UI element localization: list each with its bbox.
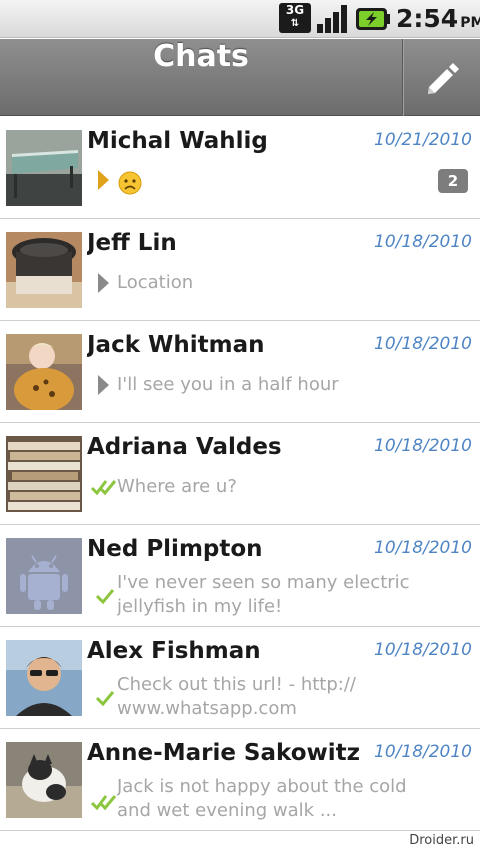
outgoing-arrow-icon: [98, 170, 109, 190]
avatar: [6, 742, 82, 818]
data-arrows-icon: ⇅: [290, 18, 300, 29]
pencil-icon: [428, 63, 459, 94]
incoming-arrow-icon: [98, 273, 109, 293]
clock-ampm: PM: [460, 15, 480, 31]
last-message: Jack is not happy about the cold and wet…: [117, 776, 407, 821]
chat-row[interactable]: Ned Plimpton 10/18/2010 I've never seen …: [0, 525, 480, 627]
signal-strength-icon: [317, 5, 347, 33]
title-bar: Chats: [0, 39, 480, 116]
contact-name: Alex Fishman: [87, 638, 261, 664]
chat-date: 10/18/2010: [374, 640, 472, 660]
last-message: I've never seen so many electric jellyfi…: [117, 572, 410, 617]
network-label: 3G: [285, 3, 305, 17]
avatar: [6, 640, 82, 716]
check-icon: [96, 691, 114, 707]
contact-name: Jeff Lin: [87, 230, 177, 256]
chat-date: 10/18/2010: [374, 334, 472, 354]
double-check-icon: [91, 795, 117, 811]
watermark: Droider.ru: [409, 833, 474, 848]
avatar: [6, 538, 82, 614]
clock-time: 2:54: [396, 4, 459, 33]
sad-face-icon: [118, 171, 142, 195]
avatar: [6, 334, 82, 410]
compose-button[interactable]: [402, 39, 480, 116]
chat-date: 10/18/2010: [374, 538, 472, 558]
chat-date: 10/18/2010: [374, 232, 472, 252]
avatar: [6, 130, 82, 206]
last-message: Where are u?: [117, 476, 237, 497]
incoming-arrow-icon: [98, 375, 109, 395]
network-3g-icon: 3G ⇅: [279, 3, 311, 33]
double-check-icon: [91, 480, 117, 496]
avatar: [6, 436, 82, 512]
chat-row[interactable]: Alex Fishman 10/18/2010 Check out this u…: [0, 627, 480, 729]
chat-row[interactable]: Anne-Marie Sakowitz 10/18/2010 Jack is n…: [0, 729, 480, 831]
chat-list: Michal Wahlig 10/21/2010 2 Jeff Lin 10/1…: [0, 117, 480, 831]
check-icon: [96, 589, 114, 605]
chat-date: 10/21/2010: [374, 130, 472, 150]
last-message: Location: [117, 272, 194, 293]
unread-badge: 2: [438, 169, 468, 193]
chat-date: 10/18/2010: [374, 742, 472, 762]
contact-name: Jack Whitman: [87, 332, 265, 358]
chat-row[interactable]: Michal Wahlig 10/21/2010 2: [0, 117, 480, 219]
page-title: Chats: [153, 39, 249, 74]
chat-row[interactable]: Jack Whitman 10/18/2010 I'll see you in …: [0, 321, 480, 423]
contact-name: Adriana Valdes: [87, 434, 282, 460]
chat-row[interactable]: Adriana Valdes 10/18/2010 Where are u?: [0, 423, 480, 525]
avatar: [6, 232, 82, 308]
chat-date: 10/18/2010: [374, 436, 472, 456]
last-message: I'll see you in a half hour: [117, 374, 339, 395]
status-bar: 3G ⇅ 2:54 PM: [0, 0, 480, 38]
contact-name: Anne-Marie Sakowitz: [87, 740, 361, 766]
last-message: Check out this url! - http:// www.whatsa…: [117, 674, 356, 719]
battery-charging-icon: [356, 8, 390, 30]
contact-name: Michal Wahlig: [87, 128, 268, 154]
contact-name: Ned Plimpton: [87, 536, 263, 562]
clock: 2:54 PM: [396, 4, 480, 34]
chat-row[interactable]: Jeff Lin 10/18/2010 Location: [0, 219, 480, 321]
